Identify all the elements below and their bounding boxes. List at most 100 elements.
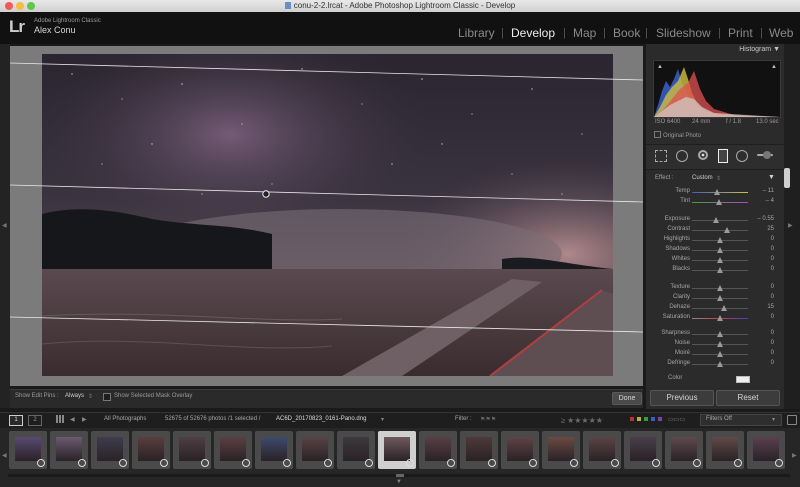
slider-track[interactable] (692, 217, 748, 223)
star-icon[interactable]: ★ (581, 416, 588, 425)
edit-pins-dropdown-icon[interactable]: ⇕ (88, 393, 93, 400)
spot-removal-icon[interactable] (676, 150, 688, 162)
green-label-filter[interactable] (644, 417, 648, 421)
histogram[interactable]: ▲ ▲ (653, 60, 781, 118)
collapse-right-panel-icon[interactable]: ▶ (788, 222, 793, 229)
thumbnail[interactable] (460, 431, 498, 469)
slider-value[interactable]: 0 (771, 330, 774, 336)
slider-track[interactable] (692, 361, 748, 367)
slider-value[interactable]: 0 (771, 350, 774, 356)
slider-track[interactable] (692, 331, 748, 337)
thumbnail[interactable] (419, 431, 457, 469)
done-button[interactable]: Done (612, 392, 642, 405)
filter-pin[interactable] (262, 190, 270, 198)
slider-value[interactable]: – 11 (763, 188, 774, 194)
slider-thumb[interactable] (717, 285, 723, 291)
slider-thumb[interactable] (717, 247, 723, 253)
slider-value[interactable]: 0 (771, 236, 774, 242)
main-window-button[interactable]: 1 (9, 415, 23, 426)
slider-value[interactable]: 0 (771, 266, 774, 272)
module-web[interactable]: Web (769, 26, 793, 40)
thumbnail[interactable] (296, 431, 334, 469)
slider-value[interactable]: 0 (771, 284, 774, 290)
slider-value[interactable]: – 4 (766, 198, 774, 204)
crop-tool-icon[interactable] (655, 150, 667, 162)
kind-filter-icons[interactable]: ▭▭▭ (668, 416, 685, 423)
slider-thumb[interactable] (714, 189, 721, 195)
slider-row-exposure[interactable]: Exposure – 0.55 (646, 216, 780, 226)
slider-row-contrast[interactable]: Contrast 25 (646, 226, 780, 236)
thumbnail-selected[interactable] (378, 431, 416, 469)
filter-line-center[interactable] (10, 184, 643, 203)
source-label[interactable]: All Photographs (104, 416, 146, 422)
filter-dropdown-icon[interactable]: ▾ (772, 416, 775, 423)
right-panel-scrollbar[interactable] (784, 168, 790, 188)
red-eye-icon[interactable] (698, 150, 708, 160)
thumbnail[interactable] (173, 431, 211, 469)
slider-row-shadows[interactable]: Shadows 0 (646, 246, 780, 256)
expand-left-panel-icon[interactable]: ◀ (2, 222, 7, 229)
slider-track[interactable] (692, 295, 748, 301)
red-label-filter[interactable] (630, 417, 634, 421)
second-window-button[interactable]: 2 (28, 415, 42, 426)
slider-row-noise[interactable]: Noise 0 (646, 340, 780, 350)
filename-dropdown-icon[interactable]: ▾ (381, 416, 384, 423)
effect-preset-select[interactable]: Custom (692, 175, 713, 181)
thumbnail[interactable] (665, 431, 703, 469)
blue-label-filter[interactable] (651, 417, 655, 421)
slider-value[interactable]: – 0.55 (757, 216, 774, 222)
edit-pins-select[interactable]: Always (65, 393, 84, 399)
graduated-filter-overlay[interactable] (10, 46, 643, 386)
slider-track[interactable] (692, 341, 748, 347)
effect-panel-collapse-icon[interactable]: ▼ (768, 174, 775, 181)
reset-button[interactable]: Reset (716, 390, 780, 406)
slider-track[interactable] (692, 285, 748, 291)
slider-row-temp[interactable]: Temp – 11 (646, 188, 780, 198)
slider-thumb[interactable] (723, 227, 730, 233)
filmstrip-scrollbar-thumb[interactable] (396, 474, 404, 477)
filter-line-bottom[interactable] (10, 316, 643, 333)
original-photo-checkbox[interactable] (654, 131, 661, 138)
filter-lock-icon[interactable] (787, 415, 797, 425)
highlight-clipping-icon[interactable]: ▲ (771, 64, 777, 70)
module-slideshow[interactable]: Slideshow (656, 26, 711, 40)
thumbnail[interactable] (624, 431, 662, 469)
slider-value[interactable]: 0 (771, 294, 774, 300)
slider-track[interactable] (692, 257, 748, 263)
color-swatch[interactable] (736, 376, 750, 383)
slider-track[interactable] (692, 305, 748, 311)
slider-row-sharpness[interactable]: Sharpness 0 (646, 330, 780, 340)
slider-track[interactable] (692, 267, 748, 273)
slider-thumb[interactable] (717, 361, 723, 367)
thumbnail[interactable] (214, 431, 252, 469)
module-book[interactable]: Book (613, 26, 640, 40)
slider-value[interactable]: 0 (771, 314, 774, 320)
thumbnail[interactable] (501, 431, 539, 469)
effect-dropdown-icon[interactable]: ⇕ (716, 175, 721, 182)
filmstrip-left-arrow-icon[interactable]: ◀ (2, 452, 7, 459)
slider-thumb[interactable] (717, 257, 723, 263)
module-print[interactable]: Print (728, 26, 753, 40)
slider-thumb[interactable] (717, 341, 723, 347)
slider-row-tint[interactable]: Tint – 4 (646, 198, 780, 208)
slider-value[interactable]: 0 (771, 360, 774, 366)
purple-label-filter[interactable] (658, 417, 662, 421)
slider-row-moir[interactable]: Moiré 0 (646, 350, 780, 360)
histogram-header[interactable]: Histogram ▼ (646, 46, 780, 53)
thumbnail[interactable] (583, 431, 621, 469)
slider-row-highlights[interactable]: Highlights 0 (646, 236, 780, 246)
slider-thumb[interactable] (712, 217, 719, 223)
mask-overlay-checkbox[interactable] (103, 393, 111, 401)
module-develop[interactable]: Develop (511, 26, 555, 40)
slider-track[interactable] (692, 237, 748, 243)
slider-track[interactable] (692, 351, 748, 357)
slider-track[interactable] (692, 315, 748, 321)
yellow-label-filter[interactable] (637, 417, 641, 421)
rating-filter[interactable]: ≥ ★★★★★ (561, 416, 603, 425)
grid-view-icon[interactable] (56, 415, 64, 423)
module-map[interactable]: Map (573, 26, 596, 40)
slider-value[interactable]: 0 (771, 246, 774, 252)
thumbnail[interactable] (706, 431, 744, 469)
thumbnail[interactable] (255, 431, 293, 469)
slider-row-texture[interactable]: Texture 0 (646, 284, 780, 294)
